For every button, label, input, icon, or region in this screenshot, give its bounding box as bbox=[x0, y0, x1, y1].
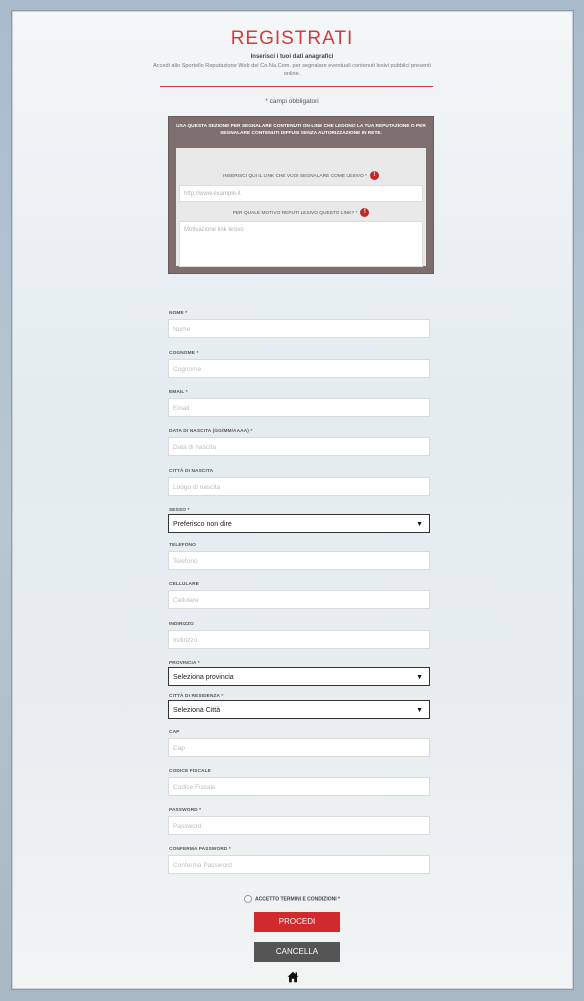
chevron-down-icon: ▼ bbox=[416, 707, 423, 714]
birthdate-input[interactable]: Data di nascita bbox=[168, 437, 430, 456]
title-divider bbox=[160, 86, 433, 87]
report-heading: USA QUESTA SEZIONE PER SEGNALARE CONTENU… bbox=[176, 124, 426, 136]
cap-label: CAP bbox=[169, 730, 180, 735]
provincia-select[interactable]: Seleziona provincia ▼ bbox=[168, 667, 430, 686]
submit-button[interactable]: PROCEDI bbox=[254, 912, 340, 932]
birthplace-label: CITTÀ DI NASCITA bbox=[169, 469, 214, 474]
required-note: * campi obbligatori bbox=[265, 98, 319, 105]
indirizzo-label: INDIRIZZO bbox=[169, 622, 194, 627]
residence-value: Seleziona Città bbox=[173, 707, 221, 714]
terms-row: ACCETTO TERMINI E CONDIZIONI * bbox=[0, 895, 584, 903]
telefono-input[interactable]: Telefono bbox=[168, 551, 430, 570]
sesso-value: Preferisco non dire bbox=[173, 521, 232, 528]
provincia-label: PROVINCIA * bbox=[169, 661, 200, 666]
birthplace-input[interactable]: Luogo di nascita bbox=[168, 477, 430, 496]
cognome-label: COGNOME * bbox=[169, 351, 199, 356]
terms-label: ACCETTO TERMINI E CONDIZIONI * bbox=[255, 896, 340, 903]
link-input[interactable]: http://www.example.it bbox=[179, 185, 423, 202]
codice-fiscale-input[interactable]: Codice Fiscale bbox=[168, 777, 430, 796]
cap-input[interactable]: Cap bbox=[168, 738, 430, 757]
residence-select[interactable]: Seleziona Città ▼ bbox=[168, 700, 430, 719]
provincia-value: Seleziona provincia bbox=[173, 674, 234, 681]
telefono-label: TELEFONO bbox=[169, 543, 196, 548]
chevron-down-icon: ▼ bbox=[416, 674, 423, 681]
password-input[interactable]: Password bbox=[168, 816, 430, 835]
intro-text: Accedi allo Sportello Reputazione Web de… bbox=[153, 63, 431, 77]
residence-label: CITTÀ DI RESIDENZA * bbox=[169, 694, 224, 699]
link-label-row: INSERISCI QUI IL LINK CHE VUOI SEGNALARE… bbox=[176, 171, 426, 180]
page-title: REGISTRATI bbox=[230, 28, 354, 49]
cancel-button[interactable]: CANCELLA bbox=[254, 942, 340, 962]
page-subtitle: Inserisci i tuoi dati anagrafici bbox=[250, 54, 334, 60]
email-label: EMAIL * bbox=[169, 390, 188, 395]
terms-radio[interactable] bbox=[244, 895, 253, 903]
info-icon[interactable]: ! bbox=[369, 171, 379, 180]
confirm-password-label: CONFERMA PASSWORD * bbox=[169, 847, 231, 852]
codice-fiscale-label: CODICE FISCALE bbox=[169, 769, 211, 774]
reason-textarea[interactable]: Motivazione link lesivo bbox=[179, 221, 423, 267]
info-icon[interactable]: ! bbox=[360, 208, 370, 217]
home-icon[interactable] bbox=[287, 970, 299, 983]
password-label: PASSWORD * bbox=[169, 808, 202, 813]
cellulare-label: CELLULARE bbox=[169, 582, 199, 587]
birthdate-label: DATA DI NASCITA (GG/MM/AAAA) * bbox=[169, 429, 253, 434]
sesso-label: SESSO * bbox=[169, 508, 190, 513]
reason-label-row: PER QUALE MOTIVO REPUTI LESIVO QUESTO LI… bbox=[176, 208, 426, 217]
chevron-down-icon: ▼ bbox=[416, 521, 423, 528]
report-inner: INSERISCI QUI IL LINK CHE VUOI SEGNALARE… bbox=[176, 148, 426, 267]
cognome-input[interactable]: Cognome bbox=[168, 359, 430, 378]
cellulare-input[interactable]: Cellulare bbox=[168, 590, 430, 609]
nome-input[interactable]: Nome bbox=[168, 319, 430, 338]
email-input[interactable]: Email bbox=[168, 398, 430, 417]
confirm-password-input[interactable]: Conferma Password bbox=[168, 855, 430, 874]
link-label: INSERISCI QUI IL LINK CHE VUOI SEGNALARE… bbox=[223, 173, 367, 179]
report-section: USA QUESTA SEZIONE PER SEGNALARE CONTENU… bbox=[168, 116, 434, 274]
indirizzo-input[interactable]: Indirizzo bbox=[168, 630, 430, 649]
nome-label: NOME * bbox=[169, 311, 188, 316]
sesso-select[interactable]: Preferisco non dire ▼ bbox=[168, 514, 430, 533]
reason-label: PER QUALE MOTIVO REPUTI LESIVO QUESTO LI… bbox=[232, 210, 358, 216]
